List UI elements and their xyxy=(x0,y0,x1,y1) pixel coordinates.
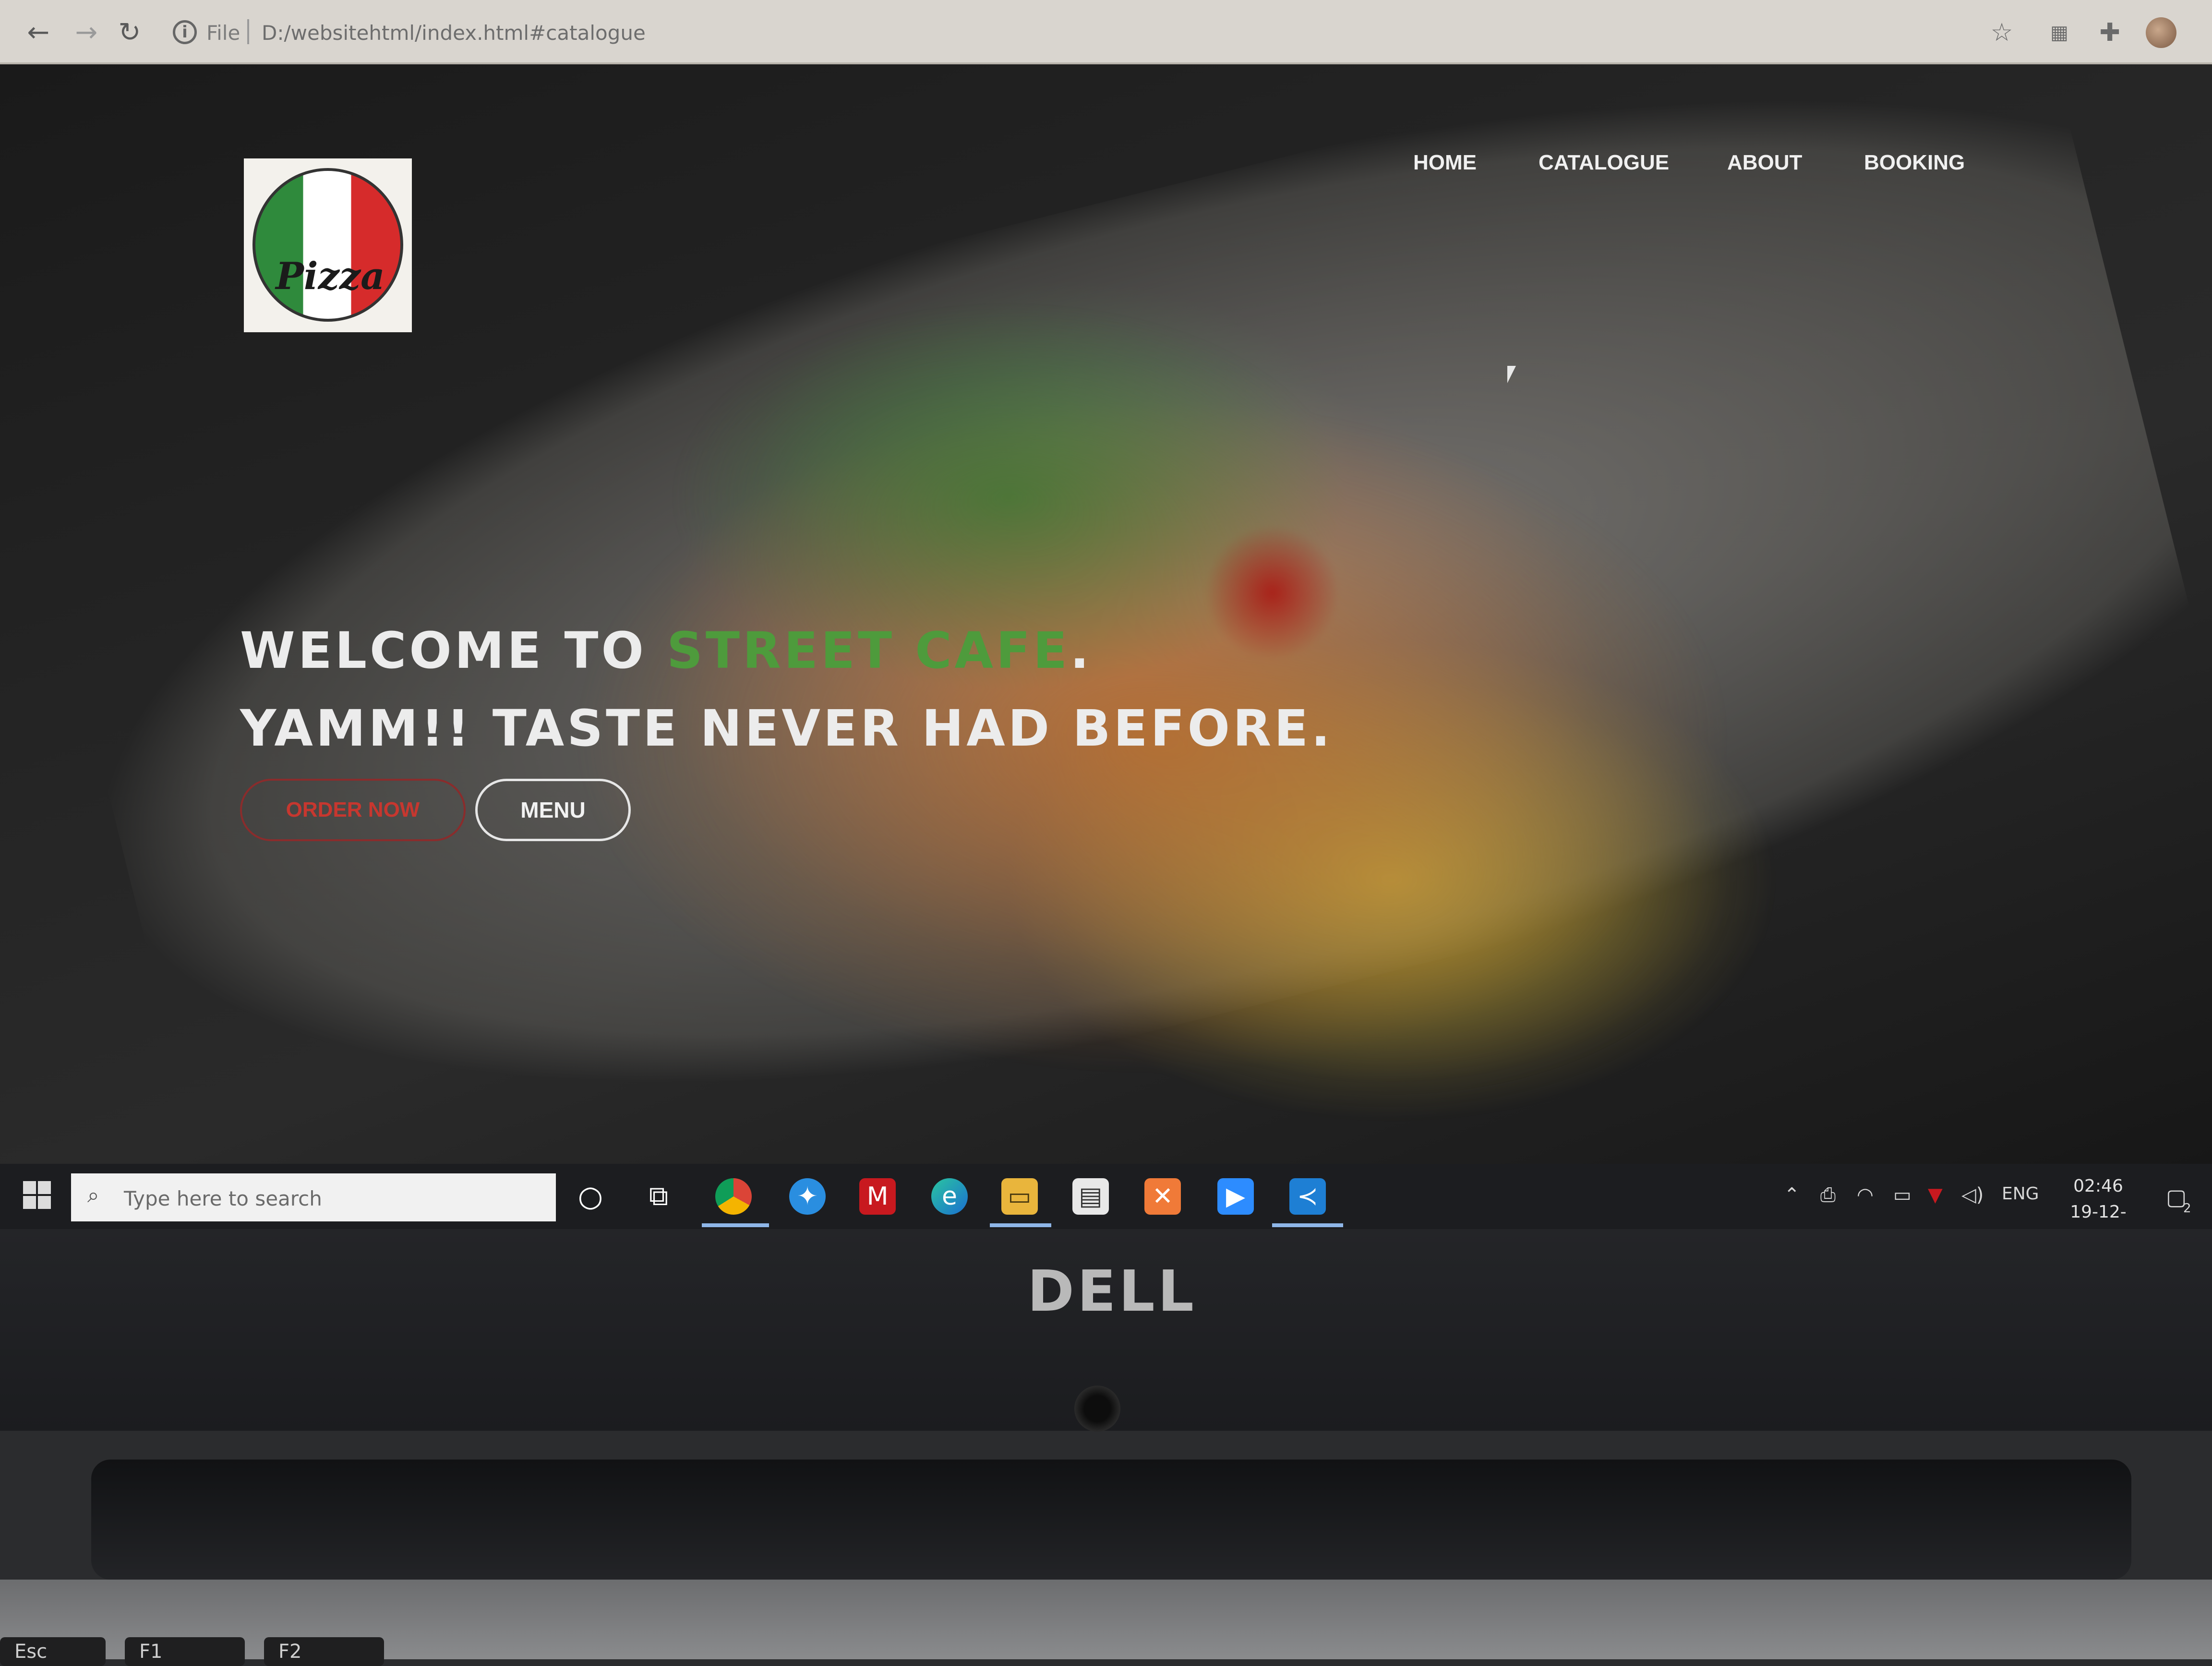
address-bar[interactable]: D:/websitehtml/index.html#catalogue xyxy=(262,21,646,45)
key-f1: F1 xyxy=(125,1637,245,1666)
search-placeholder: Type here to search xyxy=(124,1187,322,1210)
file-explorer-icon[interactable]: ▭ xyxy=(1001,1178,1038,1215)
info-icon[interactable]: i xyxy=(173,20,197,44)
headline-suffix: . xyxy=(1070,621,1092,680)
address-separator xyxy=(247,19,249,44)
logo-chef-emblem xyxy=(252,168,403,322)
chevron-up-icon[interactable]: ⌃ xyxy=(1784,1184,1800,1206)
hero-food-image xyxy=(528,256,1824,1121)
store-icon[interactable]: ▤ xyxy=(1072,1178,1109,1215)
safari-icon[interactable]: ✦ xyxy=(789,1178,826,1215)
address-scheme-label: File xyxy=(206,21,240,45)
zoom-icon[interactable]: ▶ xyxy=(1217,1178,1254,1215)
laptop-hinge xyxy=(91,1460,2131,1580)
browser-toolbar: ← → ↻ i File D:/websitehtml/index.html#c… xyxy=(0,0,2212,64)
reload-button[interactable]: ↻ xyxy=(115,18,144,47)
forward-button[interactable]: → xyxy=(72,18,101,47)
nav-catalogue[interactable]: CATALOGUE xyxy=(1539,151,1669,175)
explorer-active-indicator xyxy=(990,1223,1051,1227)
edge-icon[interactable]: e xyxy=(931,1178,968,1215)
chrome-icon[interactable] xyxy=(715,1178,752,1215)
vscode-active-indicator xyxy=(1272,1223,1343,1227)
vscode-icon[interactable]: ≺ xyxy=(1289,1178,1326,1215)
extension-icon[interactable]: ▦ xyxy=(2045,18,2074,47)
search-icon: ⌕ xyxy=(87,1183,99,1207)
logo-text: Pizza xyxy=(276,254,385,298)
taskbar-clock[interactable]: 02:46 19-12-2020 xyxy=(2053,1173,2144,1229)
laptop-brand-logo: DELL xyxy=(1027,1258,1197,1324)
nav-home[interactable]: HOME xyxy=(1413,151,1477,175)
volume-icon[interactable]: ◁) xyxy=(1961,1184,1984,1206)
mcafee-tray-icon[interactable]: ▼ xyxy=(1928,1184,1943,1206)
site-logo[interactable]: Pizza xyxy=(244,158,412,332)
windows-start-icon[interactable] xyxy=(23,1181,52,1210)
battery-icon[interactable]: ▭ xyxy=(1893,1184,1911,1206)
language-indicator[interactable]: ENG xyxy=(2002,1184,2039,1204)
headline-line-2: YAMM!! TASTE NEVER HAD BEFORE. xyxy=(240,699,1333,758)
chrome-active-indicator xyxy=(702,1223,769,1227)
mouse-cursor-icon xyxy=(1507,366,1516,383)
notification-count: 2 xyxy=(2183,1201,2191,1216)
taskbar-search[interactable]: ⌕ Type here to search xyxy=(71,1173,556,1221)
nav-about[interactable]: ABOUT xyxy=(1727,151,1802,175)
bookmark-star-icon[interactable]: ☆ xyxy=(1987,18,2016,47)
nav-booking[interactable]: BOOKING xyxy=(1864,151,1965,175)
profile-avatar[interactable] xyxy=(2146,17,2176,48)
puzzle-extensions-icon[interactable]: ✚ xyxy=(2095,18,2124,47)
headline-accent: STREET CAFE xyxy=(667,621,1070,680)
menu-button[interactable]: MENU xyxy=(475,779,631,841)
clock-time: 02:46 xyxy=(2073,1176,2123,1196)
webcam xyxy=(1074,1386,1120,1432)
device-icon[interactable]: ⎙ xyxy=(1820,1184,1836,1206)
windows-taskbar: ⌕ Type here to search ○ ⧉ ✦ M e ▭ ▤ ✕ ▶ … xyxy=(0,1164,2212,1229)
order-now-button[interactable]: ORDER NOW xyxy=(240,779,466,841)
wifi-icon[interactable]: ◠ xyxy=(1857,1184,1874,1206)
headline-line-1: WELCOME TO STREET CAFE. xyxy=(240,621,1092,680)
clock-date: 19-12-2020 xyxy=(2070,1202,2127,1229)
hero-section: Pizza HOME CATALOGUE ABOUT BOOKING WELCO… xyxy=(0,64,2212,1164)
key-esc: Esc xyxy=(0,1637,106,1666)
back-button[interactable]: ← xyxy=(24,18,53,47)
key-f2: F2 xyxy=(264,1637,384,1666)
task-view-icon[interactable]: ⧉ xyxy=(640,1178,677,1215)
xampp-icon[interactable]: ✕ xyxy=(1144,1178,1181,1215)
laptop-screen: ← → ↻ i File D:/websitehtml/index.html#c… xyxy=(0,0,2212,1229)
cortana-icon[interactable]: ○ xyxy=(572,1178,609,1215)
headline-prefix: WELCOME TO xyxy=(240,621,667,680)
mcafee-icon[interactable]: M xyxy=(859,1178,896,1215)
